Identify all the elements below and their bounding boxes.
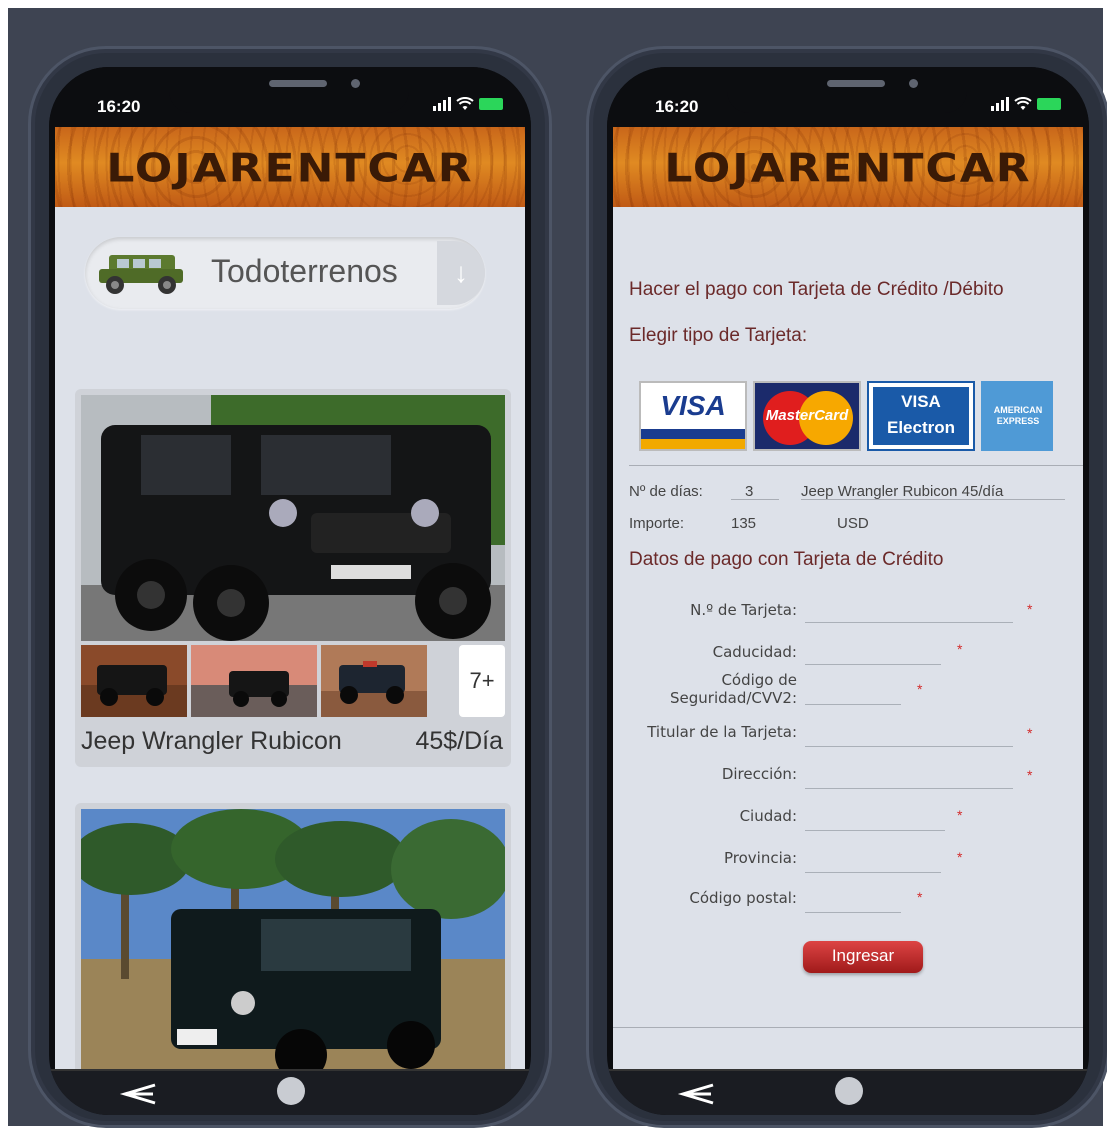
vehicle-photo[interactable] (81, 395, 505, 641)
divider (629, 465, 1083, 466)
brand-logo: LOJARENTCAR (106, 145, 474, 192)
brand-logo: LOJARENTCAR (664, 145, 1032, 192)
phone-frame-right: 16:20 LOJARENTCAR Hacer el pago con Tarj… (586, 46, 1107, 1128)
vehicle-photo[interactable] (81, 809, 505, 1069)
home-button[interactable] (277, 1077, 305, 1105)
status-bar: 16:20 (607, 67, 1089, 127)
more-photos-button[interactable]: 7+ (459, 645, 505, 717)
divider (613, 1027, 1083, 1028)
battery-icon (1037, 98, 1061, 110)
phone-screen-right: 16:20 LOJARENTCAR Hacer el pago con Tarj… (607, 67, 1089, 1115)
status-time: 16:20 (655, 97, 699, 116)
vehicle-card[interactable] (75, 803, 511, 1069)
wifi-icon (456, 97, 474, 110)
navigation-bar (607, 1069, 1089, 1115)
required-mark: * (917, 889, 923, 905)
mastercard-logo: MasterCard (765, 407, 849, 424)
status-time: 16:20 (97, 97, 141, 116)
days-label: Nº de días: (629, 483, 703, 500)
wifi-icon (1014, 97, 1032, 110)
thumbnail[interactable] (191, 645, 317, 717)
cvv-label-line1: Código de (721, 671, 797, 689)
visa-logo: VISA (641, 383, 745, 429)
cvv-field[interactable] (805, 683, 901, 705)
photo-thumbnails: 7+ (81, 645, 505, 717)
expiry-field[interactable] (805, 643, 941, 665)
payment-title: Hacer el pago con Tarjeta de Crédito /Dé… (629, 279, 1004, 300)
phone-frame-left: 16:20 LOJARENTCAR Todoterrenos ↓ 7+ Jeep… (28, 46, 552, 1128)
amount-label: Importe: (629, 515, 685, 532)
camera (909, 79, 918, 88)
speaker (827, 80, 885, 87)
thumbnail[interactable] (81, 645, 187, 717)
submit-button[interactable]: Ingresar (803, 941, 923, 973)
vehicle-price: 45$/Día (415, 727, 503, 755)
city-field[interactable] (805, 809, 945, 831)
system-icons (991, 97, 1061, 111)
app-header: LOJARENTCAR (55, 127, 525, 207)
vehicle-card[interactable]: 7+ Jeep Wrangler Rubicon 45$/Día (75, 389, 511, 767)
camera (351, 79, 360, 88)
battery-icon (479, 98, 503, 110)
signal-icon (433, 97, 451, 111)
amex-option[interactable]: AMERICAN EXPRESS (981, 381, 1053, 451)
arrow-down-icon[interactable]: ↓ (437, 241, 485, 305)
notch (727, 67, 967, 113)
payment-screen[interactable]: Hacer el pago con Tarjeta de Crédito /Dé… (613, 207, 1083, 1069)
address-field[interactable] (805, 767, 1013, 789)
jeep-icon (99, 255, 183, 294)
amex-logo: AMERICAN EXPRESS (993, 405, 1043, 426)
province-field[interactable] (805, 851, 941, 873)
visa-electron-logo: VISA Electron (873, 387, 969, 445)
mockup-background: 16:20 LOJARENTCAR Todoterrenos ↓ 7+ Jeep… (8, 8, 1107, 1128)
vehicle-list-screen[interactable]: Todoterrenos ↓ 7+ Jeep Wrangler Rubicon … (55, 207, 525, 1069)
card-number-label: N.º de Tarjeta: (690, 601, 797, 619)
back-icon[interactable] (119, 1081, 159, 1107)
visa-card-option[interactable]: VISA (639, 381, 747, 451)
category-label: Todoterrenos (211, 253, 398, 289)
required-mark: * (957, 641, 963, 657)
home-button[interactable] (835, 1077, 863, 1105)
required-mark: * (1027, 725, 1033, 741)
currency: USD (837, 515, 869, 532)
form-title: Datos de pago con Tarjeta de Crédito (629, 549, 944, 570)
holder-field[interactable] (805, 725, 1013, 747)
postal-label: Código postal: (689, 889, 797, 907)
signal-icon (991, 97, 1009, 111)
required-mark: * (917, 681, 923, 697)
visa-electron-option[interactable]: VISA Electron (867, 381, 975, 451)
required-mark: * (1027, 601, 1033, 617)
navigation-bar (49, 1069, 531, 1115)
province-label: Provincia: (723, 849, 797, 867)
required-mark: * (957, 849, 963, 865)
notch (169, 67, 409, 113)
card-type-title: Elegir tipo de Tarjeta: (629, 325, 808, 346)
card-type-selector: VISA MasterCard VISA Electron AMERICAN E… (639, 381, 1053, 451)
required-mark: * (957, 807, 963, 823)
expiry-label: Caducidad: (712, 643, 797, 661)
holder-label: Titular de la Tarjeta: (647, 723, 797, 741)
thumbnail[interactable] (321, 645, 427, 717)
days-value: 3 (745, 483, 754, 500)
speaker (269, 80, 327, 87)
back-icon[interactable] (677, 1081, 717, 1107)
rate-underline (801, 499, 1065, 500)
phone-screen-left: 16:20 LOJARENTCAR Todoterrenos ↓ 7+ Jeep… (49, 67, 531, 1115)
days-underline (731, 499, 779, 500)
mastercard-option[interactable]: MasterCard (753, 381, 861, 451)
amount-value: 135 (731, 515, 757, 532)
category-dropdown[interactable]: Todoterrenos ↓ (85, 237, 485, 309)
city-label: Ciudad: (739, 807, 797, 825)
postal-field[interactable] (805, 891, 901, 913)
address-label: Dirección: (721, 765, 797, 783)
vehicle-rate: Jeep Wrangler Rubicon 45/día (801, 483, 1004, 500)
status-bar: 16:20 (49, 67, 531, 127)
card-number-field[interactable] (805, 601, 1013, 623)
vehicle-name: Jeep Wrangler Rubicon (81, 727, 342, 755)
cvv-label-line2: Seguridad/CVV2: (670, 689, 797, 707)
required-mark: * (1027, 767, 1033, 783)
system-icons (433, 97, 503, 111)
app-header: LOJARENTCAR (613, 127, 1083, 207)
